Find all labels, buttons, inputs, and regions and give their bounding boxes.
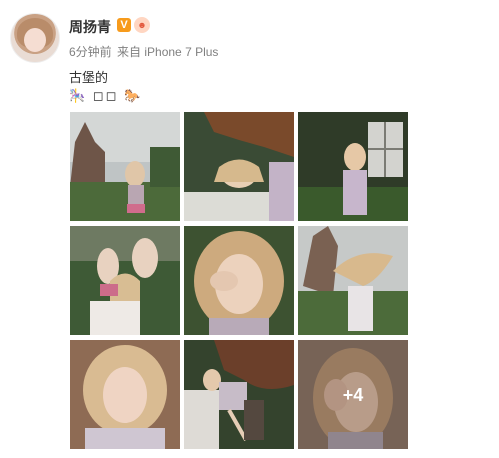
post-meta: 6分钟前 来自 iPhone 7 Plus [69,43,220,60]
post-text: 古堡的 [69,70,109,85]
fan-badge-icon[interactable]: ☻ [134,17,150,33]
post-emoji-line: 🎠 ◻◻ 🐎 [69,88,143,103]
weibo-post: 周扬青 V ☻ 6分钟前 来自 iPhone 7 Plus 古堡的 🎠 ◻◻ 🐎 [0,0,499,458]
photo-thumb-face-hand[interactable] [184,226,294,335]
avatar[interactable] [10,13,60,63]
photo-thumb-closeup[interactable] [70,340,180,449]
photo-thumb-castle[interactable] [70,112,180,221]
verified-badge-icon[interactable]: V [117,18,131,32]
photo-thumb-window[interactable] [298,112,408,221]
photo-thumb-horse-table[interactable] [184,112,294,221]
username[interactable]: 周扬青 [69,17,111,37]
photo-thumb-hair-flip[interactable] [298,226,408,335]
photo-thumb-hands-raised[interactable] [70,226,180,335]
photo-thumb-horse-chair[interactable] [184,340,294,449]
post-time[interactable]: 6分钟前 [69,45,112,59]
more-photos-count[interactable]: +4 [298,340,408,449]
post-source: 来自 iPhone 7 Plus [117,45,219,59]
photo-thumb-hand-face-more[interactable]: +4 [298,340,408,449]
